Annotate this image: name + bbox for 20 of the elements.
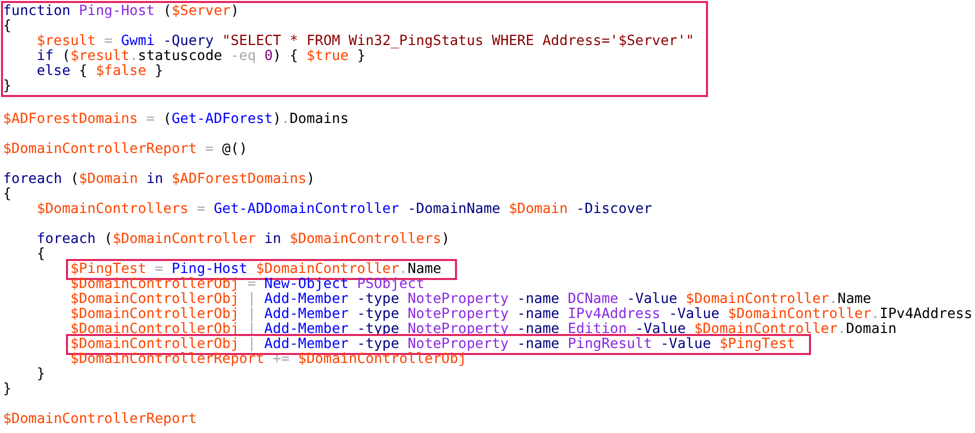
code-line: $result = Gwmi -Query "SELECT * FROM Win32_PingStatus WHERE Address='$Server'": [36, 34, 694, 49]
code-line: $DomainControllerReport = @(): [3, 142, 248, 157]
code-line: {: [3, 19, 12, 34]
code-line: foreach ($Domain in $ADForestDomains): [3, 172, 315, 187]
code-line: }: [3, 79, 12, 94]
code-line: else { $false }: [36, 64, 164, 79]
code-line: $DomainControllerObj = New-Object PSObject: [70, 277, 424, 292]
code-line: function Ping-Host ($Server): [3, 4, 240, 19]
code-line: {: [3, 187, 12, 202]
code-line: $DomainControllerObj | Add-Member -type NoteProperty -name IPv4Address -Value $DomainController.IPv4Address: [70, 307, 972, 322]
code-line: {: [36, 247, 46, 262]
code-line: $DomainControllerReport += $DomainControllerObj: [70, 352, 467, 367]
code-line: }: [36, 367, 46, 382]
code-line: foreach ($DomainController in $DomainControllers): [36, 232, 450, 247]
code-line: $DomainControllerReport: [3, 412, 197, 427]
code-line: $DomainControllerObj | Add-Member -type NoteProperty -name DCName -Value $DomainController.Name: [70, 292, 872, 307]
code-line: }: [3, 382, 12, 397]
code-line: if ($result.statuscode -eq 0) { $true }: [36, 49, 366, 64]
code-line: $ADForestDomains = (Get-ADForest).Domains: [3, 112, 349, 127]
code-line: $DomainControllers = Get-ADDomainController -DomainName $Domain -Discover: [36, 202, 652, 217]
